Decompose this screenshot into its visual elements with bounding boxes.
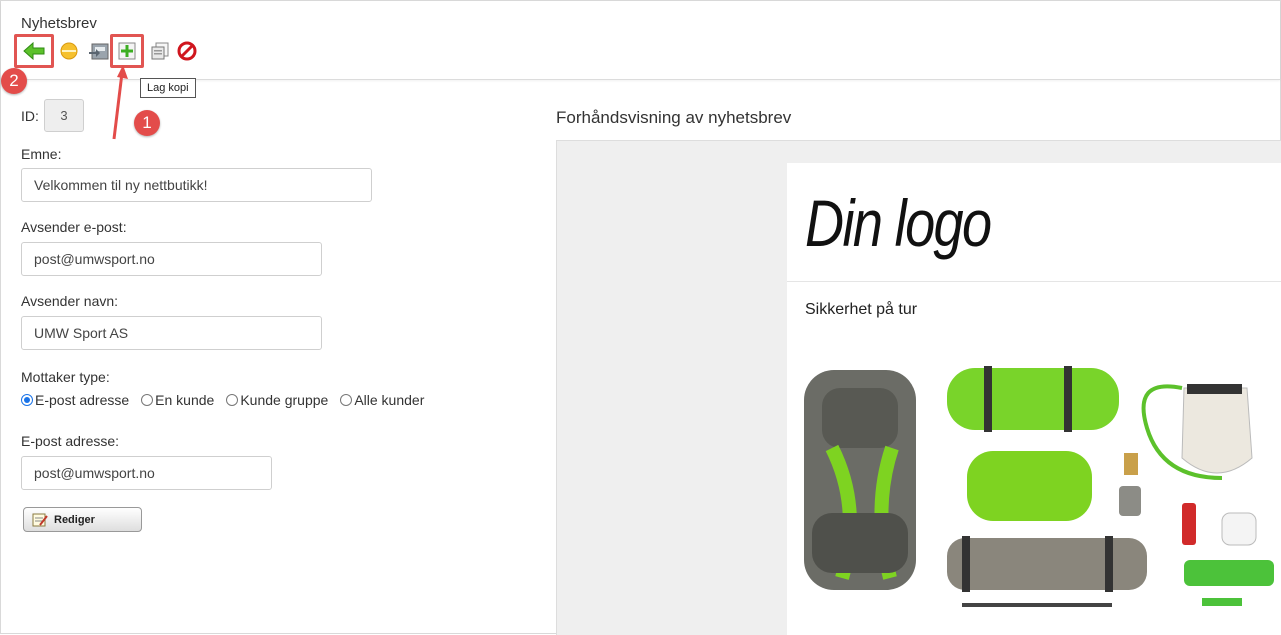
subject-label: Emne: (21, 146, 62, 162)
sun-icon (60, 42, 78, 60)
note-icon (32, 513, 48, 526)
newsletter-heading: Sikkerhet på tur (805, 301, 918, 318)
newsletter-divider (787, 281, 1281, 282)
recipient-type-label: Mottaker type: (21, 369, 110, 385)
copy-button[interactable] (110, 34, 144, 68)
newsletter-body: Din logo Sikkerhet på tur (787, 163, 1281, 635)
radio-all-customers[interactable]: Alle kunder (340, 392, 424, 408)
subject-input[interactable]: Velkommen til ny nettbutikk! (21, 168, 372, 202)
activate-button[interactable] (54, 34, 84, 68)
id-label: ID: (21, 108, 39, 124)
page-title: Nyhetsbrev (21, 15, 97, 32)
radio-email-address[interactable]: E-post adresse (21, 392, 129, 408)
back-button[interactable] (14, 34, 54, 68)
recipient-type-radio-group: E-post adresse En kunde Kunde gruppe All… (21, 392, 436, 408)
copy-tooltip: Lag kopi (140, 78, 196, 98)
stop-icon (177, 41, 197, 61)
step-badge-1: 1 (134, 110, 160, 136)
annotation-arrow-icon (112, 65, 128, 140)
sender-name-label: Avsender navn: (21, 293, 119, 309)
duplicate-button[interactable] (145, 34, 175, 68)
sender-name-input[interactable]: UMW Sport AS (21, 316, 322, 350)
toolbar (14, 34, 214, 68)
hiking-gear-image (804, 366, 1274, 607)
radio-empty-icon (226, 394, 239, 406)
preview-frame: Din logo Sikkerhet på tur (556, 140, 1281, 635)
preview-title: Forhåndsvisning av nyhetsbrev (556, 108, 792, 127)
duplicate-icon (151, 42, 169, 60)
delete-button[interactable] (172, 34, 202, 68)
newsletter-logo: Din logo (805, 186, 992, 260)
email-label: E-post adresse: (21, 433, 120, 449)
radio-empty-icon (340, 394, 353, 406)
radio-one-customer[interactable]: En kunde (141, 392, 214, 408)
sender-email-label: Avsender e-post: (21, 219, 127, 235)
email-input[interactable]: post@umwsport.no (21, 456, 272, 490)
sender-email-input[interactable]: post@umwsport.no (21, 242, 322, 276)
radio-customer-group[interactable]: Kunde gruppe (226, 392, 328, 408)
id-field: 3 (44, 99, 84, 132)
header-bar: Nyhetsbrev (1, 1, 1280, 80)
edit-button[interactable]: Rediger (23, 507, 142, 532)
step-badge-2: 2 (1, 68, 27, 94)
copy-add-icon (118, 42, 136, 60)
radio-empty-icon (141, 394, 154, 406)
export-icon (89, 43, 109, 60)
radio-selected-icon (21, 394, 33, 406)
back-arrow-icon (23, 42, 45, 60)
